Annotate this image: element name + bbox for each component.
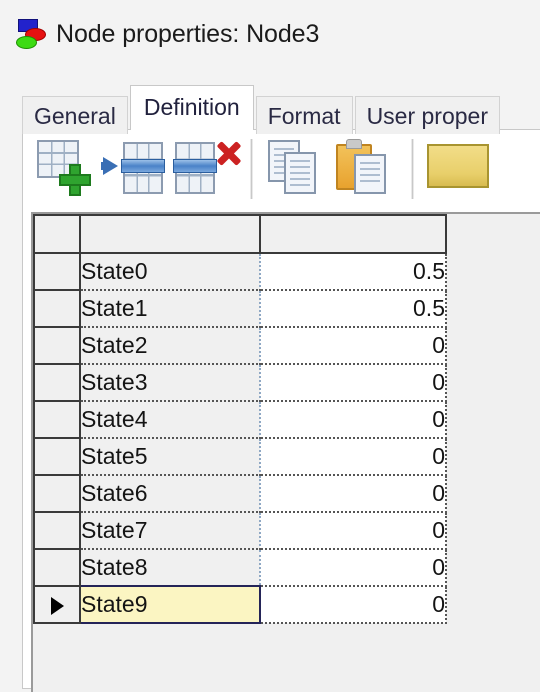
toolbar-separator-2 (411, 139, 414, 199)
arrow-tail (101, 162, 109, 170)
insert-row-button[interactable] (101, 136, 171, 202)
cell-state-value[interactable]: 0 (260, 438, 447, 476)
table-header-row (33, 214, 447, 254)
row-selector[interactable] (33, 327, 81, 365)
row-selector-current[interactable] (33, 586, 81, 624)
table-row[interactable]: State2 0 (33, 327, 447, 365)
definition-toolbar (23, 130, 540, 208)
cell-state-value[interactable]: 0 (260, 327, 447, 365)
cell-state-value[interactable]: 0 (260, 475, 447, 513)
cell-state-name-editing[interactable]: State9 (79, 585, 261, 624)
cell-state-name[interactable]: State1 (80, 290, 261, 328)
node-properties-dialog: General Definition Format User proper St… (22, 85, 540, 692)
node-properties-icon (14, 17, 48, 51)
delete-row-highlight (173, 159, 217, 173)
row-selector[interactable] (33, 364, 81, 402)
row-selector[interactable] (33, 549, 81, 587)
copy-button[interactable] (262, 136, 332, 202)
states-grid[interactable]: State0 0.5 State1 0.5 State2 0 State3 0 … (31, 212, 540, 692)
row-selector[interactable] (33, 512, 81, 550)
tab-user-properties[interactable]: User proper (354, 96, 500, 134)
table-row[interactable]: State1 0.5 (33, 290, 447, 328)
table-row[interactable]: State0 0.5 (33, 253, 447, 291)
row-selector[interactable] (33, 401, 81, 439)
cell-state-value[interactable]: 0 (260, 401, 447, 439)
cell-state-name[interactable]: State6 (80, 475, 261, 513)
table-row[interactable]: State3 0 (33, 364, 447, 402)
table-row[interactable]: State5 0 (33, 438, 447, 476)
cell-state-name[interactable]: State0 (80, 253, 261, 291)
header-selector[interactable] (33, 214, 81, 254)
cell-state-value[interactable]: 0 (260, 512, 447, 550)
table-row[interactable]: State6 0 (33, 475, 447, 513)
toolbar-separator-1 (250, 139, 253, 199)
page-title: Node properties: Node3 (56, 19, 320, 48)
cell-state-name[interactable]: State7 (80, 512, 261, 550)
tab-format[interactable]: Format (255, 96, 353, 134)
cell-state-name[interactable]: State5 (80, 438, 261, 476)
copy-icon-second-page (284, 152, 316, 194)
cell-state-name[interactable]: State2 (80, 327, 261, 365)
cell-state-value[interactable]: 0.5 (260, 253, 447, 291)
table-body: State0 0.5 State1 0.5 State2 0 State3 0 … (33, 253, 447, 624)
clipboard-clasp (346, 139, 362, 149)
cell-state-value[interactable]: 0 (260, 364, 447, 402)
header-value[interactable] (259, 214, 447, 254)
cell-state-value[interactable]: 0 (260, 586, 447, 624)
note-button[interactable] (423, 136, 493, 202)
cell-state-name[interactable]: State8 (80, 549, 261, 587)
cell-state-name[interactable]: State4 (80, 401, 261, 439)
cell-state-value[interactable]: 0.5 (260, 290, 447, 328)
table-row[interactable]: State8 0 (33, 549, 447, 587)
title-bar: Node properties: Node3 (0, 0, 540, 68)
table-row[interactable]: State4 0 (33, 401, 447, 439)
icon-green-ellipse (16, 36, 37, 49)
note-icon (427, 144, 489, 188)
plus-horizontal-part (59, 174, 91, 186)
current-row-indicator-icon (50, 596, 64, 615)
row-selector[interactable] (33, 438, 81, 476)
paste-button[interactable] (332, 136, 402, 202)
tab-strip: General Definition Format User proper (22, 85, 540, 134)
cell-state-name[interactable]: State3 (80, 364, 261, 402)
row-selector[interactable] (33, 253, 81, 291)
paste-icon-page (354, 154, 386, 194)
row-selector[interactable] (33, 290, 81, 328)
tab-general[interactable]: General (22, 96, 128, 134)
add-table-button[interactable] (31, 136, 101, 202)
states-table: State0 0.5 State1 0.5 State2 0 State3 0 … (33, 214, 447, 624)
delete-row-button[interactable] (171, 136, 242, 202)
insert-row-highlight (121, 159, 165, 173)
cell-state-value[interactable]: 0 (260, 549, 447, 587)
definition-tab-panel: State0 0.5 State1 0.5 State2 0 State3 0 … (22, 129, 540, 692)
table-row[interactable]: State7 0 (33, 512, 447, 550)
header-state-name[interactable] (79, 214, 261, 254)
row-selector[interactable] (33, 475, 81, 513)
table-row-selected[interactable]: State9 0 (33, 585, 447, 624)
tab-definition[interactable]: Definition (129, 85, 254, 130)
